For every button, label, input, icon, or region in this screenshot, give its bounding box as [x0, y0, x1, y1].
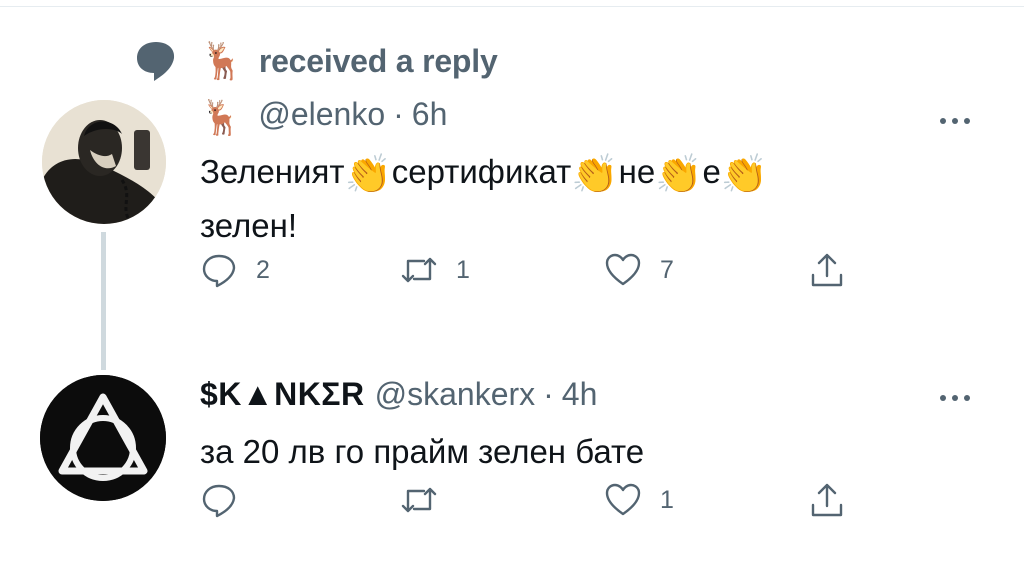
like-count: 7 [660, 255, 674, 284]
clapping-hands-emoji: 👏 [571, 154, 619, 196]
like-button[interactable]: 7 [604, 251, 674, 289]
reply-button[interactable] [200, 481, 238, 519]
deer-emoji: 🦌 [200, 40, 245, 81]
more-options-icon[interactable] [940, 118, 970, 126]
top-divider [0, 6, 1024, 7]
reply-count: 2 [256, 255, 270, 284]
reply-icon [202, 254, 236, 288]
heart-icon [605, 253, 641, 286]
share-button[interactable] [808, 481, 846, 519]
thread-connector [101, 232, 106, 370]
retweet-button[interactable]: 1 [400, 251, 470, 289]
deer-emoji: 🦌 [200, 99, 243, 137]
user-handle[interactable]: @elenko [258, 96, 385, 133]
tweet-text-word: Зеленият [200, 153, 345, 190]
clapping-hands-emoji: 👏 [655, 154, 703, 196]
share-icon [811, 483, 843, 517]
social-context: 🦌 received a reply [134, 38, 498, 84]
retweet-count: 1 [456, 255, 470, 284]
avatar-elenko[interactable] [42, 100, 166, 224]
share-button[interactable] [808, 251, 846, 289]
tweet-1-header: 🦌 @elenko · 6h [200, 94, 448, 137]
share-icon [811, 253, 843, 287]
separator-dot: · [543, 376, 554, 412]
tweet-2-text: за 20 лв го прайм зелен бате [200, 433, 645, 470]
tweet-text-word: не [618, 153, 656, 190]
timestamp[interactable]: 6h [412, 96, 448, 133]
display-name[interactable]: $K▲NKΣR [200, 376, 365, 413]
tweet-text-line: зелен! [200, 207, 298, 244]
reply-button[interactable]: 2 [200, 251, 270, 289]
tweet-text-word: сертификат [391, 153, 572, 190]
reply-icon [202, 484, 236, 518]
context-text[interactable]: received a reply [259, 43, 498, 80]
avatar-skankerx[interactable] [40, 375, 166, 501]
triangle-circle-logo [40, 375, 166, 501]
retweet-icon [401, 257, 437, 283]
speech-bubble-icon [137, 42, 175, 81]
like-count: 1 [660, 485, 674, 514]
retweet-button[interactable] [400, 481, 438, 519]
timestamp[interactable]: 4h [562, 376, 598, 413]
user-handle[interactable]: @skankerx [375, 376, 536, 413]
more-options-icon[interactable] [940, 395, 970, 403]
clapping-hands-emoji: 👏 [720, 154, 769, 196]
tweet-text-word: е [702, 153, 721, 190]
avatar-illustration [42, 100, 166, 224]
like-button[interactable]: 1 [604, 481, 674, 519]
retweet-icon [401, 487, 437, 513]
heart-icon [605, 483, 641, 516]
clapping-hands-emoji: 👏 [344, 154, 392, 196]
separator-dot: · [393, 96, 404, 132]
tweet-2-header: $K▲NKΣR @skankerx · 4h [200, 376, 597, 413]
tweet-1-text: Зеленият👏сертификат👏не👏е👏 зелен! [200, 145, 900, 253]
